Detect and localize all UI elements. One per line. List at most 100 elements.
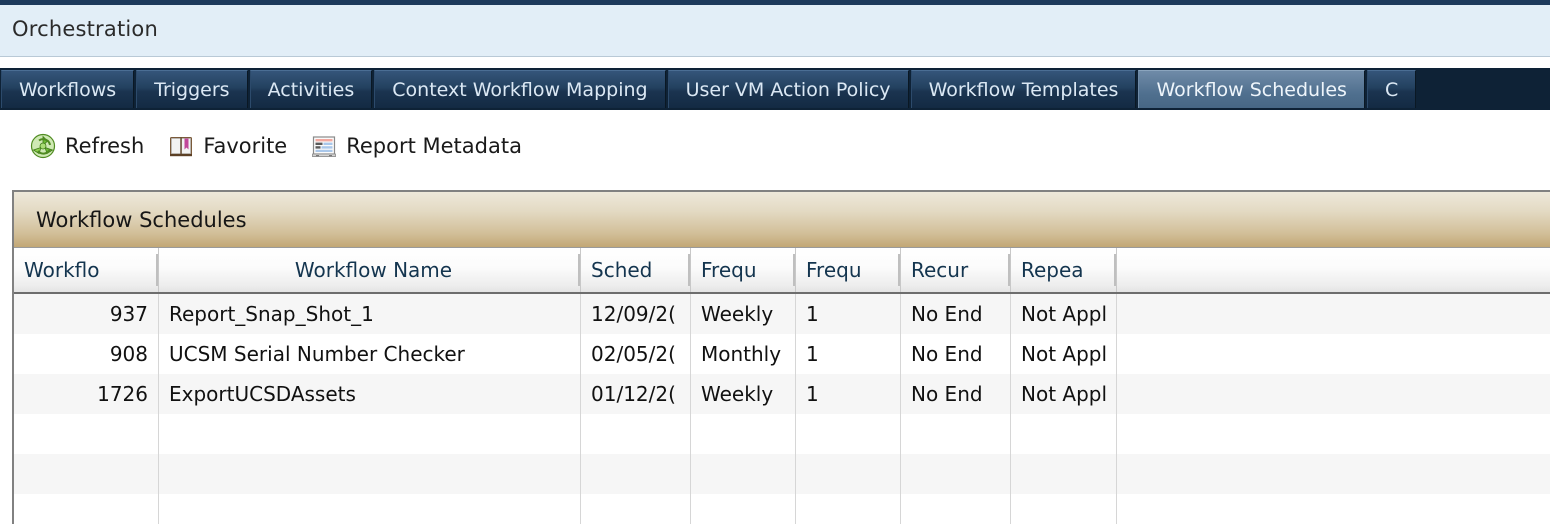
refresh-button-label: Refresh [65, 134, 145, 158]
column-header-0[interactable]: Workflo [14, 248, 159, 292]
cell-schedule: 01/12/2( [581, 374, 691, 414]
cell-workflow_name [159, 454, 581, 494]
page-header: Orchestration [0, 5, 1550, 57]
tab-workflows[interactable]: Workflows [1, 70, 135, 108]
cell-repeat [1011, 494, 1117, 524]
column-header-3[interactable]: Frequ [691, 248, 796, 292]
cell-workflow_name [159, 494, 581, 524]
tab-user-vm-action-policy[interactable]: User VM Action Policy [667, 70, 909, 108]
cell-repeat [1011, 414, 1117, 454]
cell-workflow_id [14, 494, 159, 524]
workflow-schedules-table: Workflo Workflow Name Sched Frequ Frequ Recur… [14, 248, 1550, 524]
tab-label: Context Workflow Mapping [392, 78, 648, 101]
cell-extra [1117, 494, 1550, 524]
cell-workflow_name [159, 414, 581, 454]
column-header-4[interactable]: Frequ [796, 248, 901, 292]
tab-label: C [1384, 78, 1399, 101]
cell-extra [1117, 334, 1550, 374]
column-header-label: Frequ [806, 258, 862, 282]
book-bookmark-icon [168, 133, 194, 159]
cell-schedule [581, 414, 691, 454]
cell-extra [1117, 454, 1550, 494]
column-header-label: Workflo [24, 258, 100, 282]
tab-label: Workflow Schedules [1156, 78, 1347, 101]
cell-recurrence: No End [901, 294, 1011, 334]
cell-repeat [1011, 454, 1117, 494]
refresh-button[interactable]: Refresh [30, 133, 144, 159]
cell-workflow_name: ExportUCSDAssets [159, 374, 581, 414]
cell-schedule [581, 454, 691, 494]
cell-workflow_id [14, 414, 159, 454]
cell-workflow_name: UCSM Serial Number Checker [159, 334, 581, 374]
cell-workflow_id: 937 [14, 294, 159, 334]
column-header-2[interactable]: Sched [581, 248, 691, 292]
tab-label: Activities [267, 78, 355, 101]
column-header-7[interactable] [1117, 248, 1550, 292]
refresh-recycle-icon [30, 133, 56, 159]
column-header-label: Sched [591, 258, 653, 282]
column-header-5[interactable]: Recur [901, 248, 1011, 292]
table-row[interactable]: 908 UCSM Serial Number Checker 02/05/2(Mon… [14, 334, 1550, 374]
cell-recurrence: No End [901, 374, 1011, 414]
cell-frequency_type: Weekly [691, 294, 796, 334]
cell-extra [1117, 294, 1550, 334]
tab-label: Triggers [154, 78, 230, 101]
cell-workflow_id [14, 454, 159, 494]
cell-frequency_value: 1 [796, 294, 901, 334]
cell-recurrence [901, 414, 1011, 454]
cell-repeat: Not Appl [1011, 374, 1117, 414]
table-row[interactable]: 1726 ExportUCSDAssets 01/12/2(Weekly 1 No En… [14, 374, 1550, 414]
cell-schedule: 12/09/2( [581, 294, 691, 334]
tab-label: User VM Action Policy [685, 78, 891, 101]
cell-recurrence [901, 454, 1011, 494]
orchestration-page: Orchestration Workflows Triggers Activitie… [0, 0, 1550, 524]
cell-frequency_value: 1 [796, 334, 901, 374]
tab-triggers[interactable]: Triggers [136, 70, 248, 108]
cell-frequency_type [691, 414, 796, 454]
cell-workflow_id: 1726 [14, 374, 159, 414]
cell-frequency_value [796, 414, 901, 454]
column-header-1[interactable]: Workflow Name [159, 248, 581, 292]
table-header-row: Workflo Workflow Name Sched Frequ Frequ Recur… [14, 248, 1550, 294]
column-header-label: Workflow Name [294, 258, 453, 282]
cell-frequency_type [691, 454, 796, 494]
tab-workflow-schedules[interactable]: Workflow Schedules [1138, 70, 1365, 108]
page-title: Orchestration [12, 17, 158, 41]
favorite-button[interactable]: Favorite [168, 133, 287, 159]
table-row[interactable] [14, 494, 1550, 524]
cell-frequency_type: Weekly [691, 374, 796, 414]
cell-recurrence [901, 494, 1011, 524]
tab-label: Workflows [19, 78, 117, 101]
cell-repeat: Not Appl [1011, 334, 1117, 374]
tab-context-workflow-mapping[interactable]: Context Workflow Mapping [374, 70, 666, 108]
cell-repeat: Not Appl [1011, 294, 1117, 334]
cell-frequency_value [796, 454, 901, 494]
toolbar: Refresh Favorite Report Metadata [0, 110, 1550, 182]
tab-activities[interactable]: Activities [249, 70, 373, 108]
report-document-icon [311, 133, 337, 159]
report-metadata-button-label: Report Metadata [346, 134, 522, 158]
table-row[interactable] [14, 414, 1550, 454]
report-metadata-button[interactable]: Report Metadata [311, 133, 522, 159]
cell-workflow_id: 908 [14, 334, 159, 374]
table-row[interactable]: 937 Report_Snap_Shot_1 12/09/2(Weekly 1 No E… [14, 294, 1550, 334]
favorite-button-label: Favorite [203, 134, 288, 158]
cell-recurrence: No End [901, 334, 1011, 374]
tab-workflow-templates[interactable]: Workflow Templates [910, 70, 1137, 108]
panel-title-bar: Workflow Schedules [14, 192, 1550, 248]
column-header-label: Frequ [701, 258, 757, 282]
tab-c[interactable]: C [1366, 70, 1417, 108]
cell-frequency_type: Monthly [691, 334, 796, 374]
workflow-schedules-panel: Workflow Schedules Workflo Workflow Name S… [12, 190, 1550, 524]
column-header-6[interactable]: Repea [1011, 248, 1117, 292]
cell-extra [1117, 374, 1550, 414]
tab-bar: Workflows Triggers Activities Context Workf… [0, 68, 1550, 110]
cell-frequency_value: 1 [796, 374, 901, 414]
column-header-label: Recur [911, 258, 969, 282]
cell-frequency_value [796, 494, 901, 524]
cell-workflow_name: Report_Snap_Shot_1 [159, 294, 581, 334]
panel-title: Workflow Schedules [36, 207, 247, 232]
tab-label: Workflow Templates [928, 78, 1119, 101]
table-row[interactable] [14, 454, 1550, 494]
column-header-label: Repea [1021, 258, 1084, 282]
